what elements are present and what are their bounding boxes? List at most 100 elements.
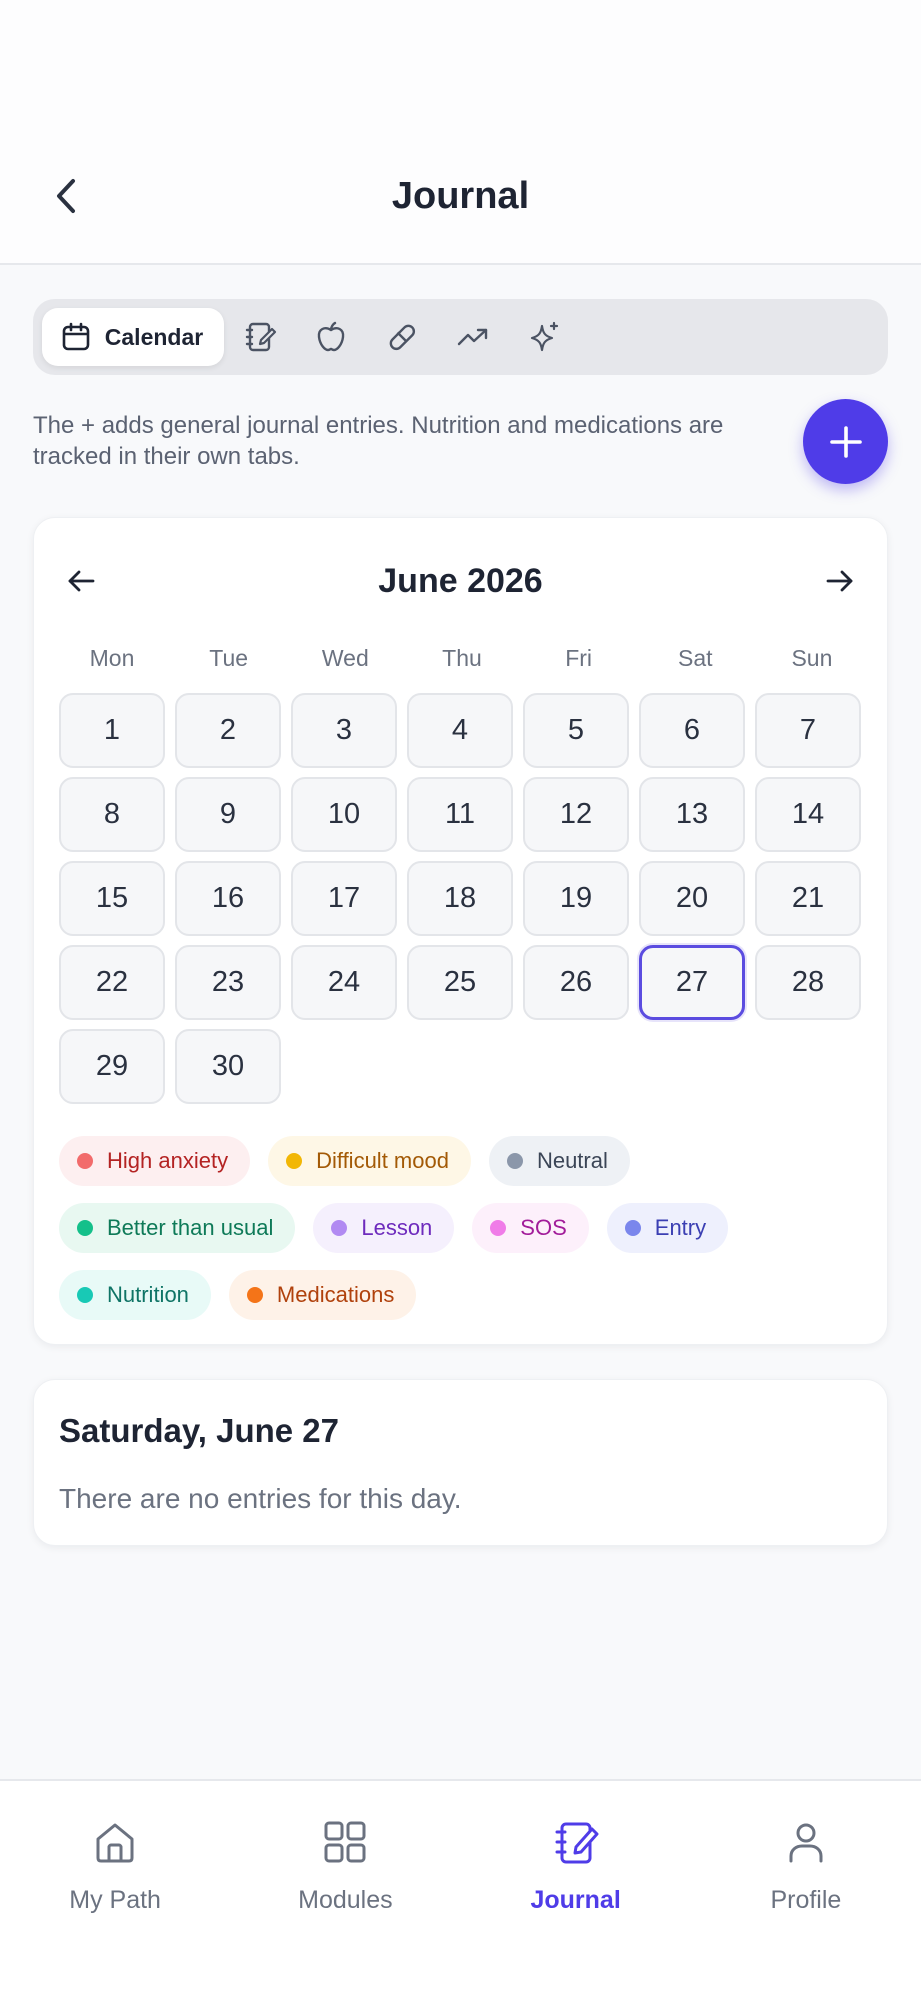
empty-state-text: There are no entries for this day. <box>59 1483 462 1514</box>
weekday-label: Thu <box>442 645 482 671</box>
calendar-day[interactable]: 28 <box>755 945 861 1020</box>
legend-label: Difficult mood <box>316 1148 449 1173</box>
calendar-day[interactable]: 22 <box>59 945 165 1020</box>
grid-icon <box>324 1821 366 1863</box>
legend-dot <box>246 1287 263 1303</box>
trend-icon <box>457 328 487 346</box>
legend-chip: Nutrition <box>59 1270 211 1320</box>
add-entry-button[interactable] <box>803 399 888 484</box>
home-icon <box>96 1823 134 1863</box>
legend-chip: SOS <box>472 1203 589 1253</box>
calendar-day[interactable]: 2 <box>175 693 281 768</box>
calendar-day[interactable]: 21 <box>755 861 861 936</box>
plus-icon <box>829 425 862 458</box>
calendar-day[interactable]: 25 <box>407 945 513 1020</box>
legend-label: Better than usual <box>107 1215 274 1240</box>
legend-chip: Entry <box>606 1203 729 1253</box>
calendar-day[interactable]: 6 <box>639 693 745 768</box>
calendar-day[interactable]: 12 <box>523 777 629 852</box>
calendar-day[interactable]: 23 <box>175 945 281 1020</box>
nav-journal[interactable]: Journal <box>461 1781 691 2000</box>
selected-day-title: Saturday, June 27 <box>59 1412 340 1449</box>
legend-dot <box>331 1220 348 1236</box>
month-title: June 2026 <box>378 562 543 600</box>
calendar-day[interactable]: 9 <box>175 777 281 852</box>
tab-medications[interactable] <box>366 308 437 366</box>
legend-dot <box>77 1287 93 1303</box>
journal-tab-bar: Calendar <box>33 299 888 375</box>
nav-label: Modules <box>298 1886 393 1914</box>
calendar-day-selected[interactable]: 27 <box>639 945 745 1020</box>
legend-chip: Lesson <box>313 1203 455 1253</box>
legend-label: Entry <box>654 1215 707 1240</box>
legend-label: Medications <box>276 1282 395 1307</box>
calendar-day[interactable]: 26 <box>523 945 629 1020</box>
calendar-day[interactable]: 1 <box>59 693 165 768</box>
calendar-card: June 2026 Mon Tue Wed Thu Fri Sat Sun 1 … <box>33 517 888 1345</box>
legend-chip: High anxiety <box>59 1136 251 1186</box>
sparkles-icon <box>530 321 558 352</box>
nav-profile[interactable]: Profile <box>691 1781 921 2000</box>
nav-label: Profile <box>770 1886 842 1914</box>
calendar-day[interactable]: 19 <box>523 861 629 936</box>
calendar-day[interactable]: 14 <box>755 777 861 852</box>
selected-day-card: Saturday, June 27 There are no entries f… <box>33 1379 888 1546</box>
calendar-day[interactable]: 15 <box>59 861 165 936</box>
calendar-day[interactable]: 20 <box>639 861 745 936</box>
nav-label: My Path <box>69 1886 161 1914</box>
weekday-header: Mon Tue Wed Thu Fri Sat Sun <box>59 645 865 675</box>
legend-chip: Medications <box>228 1270 417 1320</box>
legend-dot <box>77 1153 93 1169</box>
weekday-label: Tue <box>209 645 249 671</box>
calendar-day[interactable]: 5 <box>523 693 629 768</box>
legend-label: Lesson <box>361 1215 433 1240</box>
nav-my-path[interactable]: My Path <box>0 1781 230 2000</box>
calendar-day[interactable]: 10 <box>291 777 397 852</box>
legend-dot <box>286 1153 303 1169</box>
tab-insights[interactable] <box>508 308 579 366</box>
apple-icon <box>317 321 344 352</box>
journal-icon <box>555 1822 599 1864</box>
calendar-day[interactable]: 4 <box>407 693 513 768</box>
calendar-day[interactable]: 29 <box>59 1029 165 1104</box>
legend-label: High anxiety <box>107 1148 229 1173</box>
legend-row: High anxiety Difficult mood Neutral <box>59 1136 869 1186</box>
user-icon <box>789 1823 823 1863</box>
calendar-icon <box>62 322 90 351</box>
legend-row: Nutrition Medications <box>59 1270 869 1320</box>
calendar-day[interactable]: 7 <box>755 693 861 768</box>
calendar-day[interactable]: 13 <box>639 777 745 852</box>
legend-dot <box>490 1220 507 1236</box>
nav-modules[interactable]: Modules <box>230 1781 460 2000</box>
weekday-label: Wed <box>321 645 369 671</box>
legend-label: Nutrition <box>107 1282 189 1307</box>
notebook-icon <box>245 322 276 352</box>
journal-info-text: The + adds general journal entries. Nutr… <box>33 412 724 470</box>
calendar-day[interactable]: 17 <box>291 861 397 936</box>
tab-notes[interactable] <box>224 308 295 366</box>
calendar-day[interactable]: 11 <box>407 777 513 852</box>
tab-calendar[interactable]: Calendar <box>42 308 224 366</box>
legend-dot <box>506 1153 523 1169</box>
arrow-right-icon <box>826 570 853 592</box>
calendar-day[interactable]: 3 <box>291 693 397 768</box>
tab-trends[interactable] <box>437 308 508 366</box>
pill-icon <box>389 324 415 351</box>
calendar-day[interactable]: 18 <box>407 861 513 936</box>
calendar-day[interactable]: 24 <box>291 945 397 1020</box>
calendar-day[interactable]: 30 <box>175 1029 281 1104</box>
weekday-label: Mon <box>89 645 135 671</box>
page-title: Journal <box>391 175 530 217</box>
next-month-button[interactable] <box>817 558 863 604</box>
legend-dot <box>77 1220 93 1236</box>
weekday-label: Fri <box>565 645 593 671</box>
calendar-day[interactable]: 16 <box>175 861 281 936</box>
legend-row: Better than usual Lesson SOS Entry <box>59 1203 869 1253</box>
day-grid: 1 2 3 4 5 6 7 8 9 10 11 12 13 14 15 16 1… <box>59 693 865 1104</box>
legend-chip: Better than usual <box>59 1203 296 1253</box>
tab-nutrition[interactable] <box>295 308 366 366</box>
calendar-day[interactable]: 8 <box>59 777 165 852</box>
legend-label: Neutral <box>536 1148 608 1173</box>
top-app-bar: Journal <box>0 0 921 265</box>
nav-label: Journal <box>530 1886 621 1914</box>
